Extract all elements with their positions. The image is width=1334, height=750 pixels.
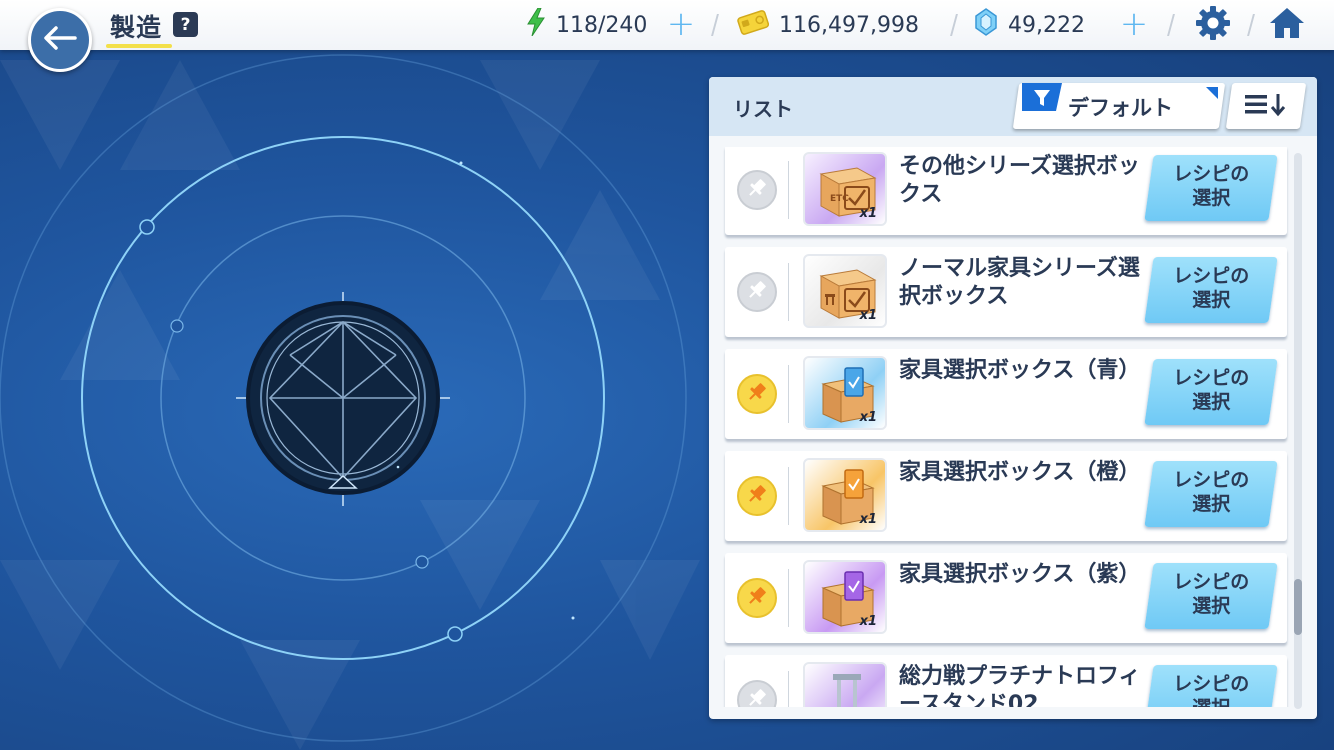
list-item[interactable]: 総力戦プラチナトロフィースタンド02 レシピの 選択	[725, 655, 1287, 707]
item-name: 家具選択ボックス（青）	[899, 358, 1141, 383]
separator	[950, 14, 958, 36]
divider	[788, 467, 789, 525]
lightning-icon	[526, 7, 546, 42]
scrollbar-thumb[interactable]	[1294, 579, 1302, 635]
divider	[788, 161, 789, 219]
item-name: 家具選択ボックス（橙）	[899, 460, 1141, 485]
divider	[788, 365, 789, 423]
filter-icon	[1022, 83, 1062, 111]
pin-button[interactable]	[737, 578, 777, 618]
recipe-list-panel: リスト デフォルト ETC x1 その他シリーズ選択ボックス レシピの 選択 x…	[709, 77, 1317, 719]
pushpin-icon	[746, 483, 768, 509]
select-recipe-button[interactable]: レシピの 選択	[1144, 461, 1278, 527]
gems-display: 49,222	[974, 8, 1085, 42]
item-quantity: x1	[859, 512, 877, 527]
divider	[788, 263, 789, 321]
pushpin-icon	[746, 585, 768, 611]
item-name: 家具選択ボックス（紫）	[899, 562, 1141, 587]
credit-card-icon	[737, 9, 770, 41]
divider	[788, 569, 789, 627]
pushpin-icon	[746, 177, 768, 203]
list-title: リスト	[733, 97, 793, 121]
sort-descending-icon	[1243, 91, 1289, 121]
separator	[1247, 14, 1255, 36]
pin-button[interactable]	[737, 476, 777, 516]
pin-button[interactable]	[737, 374, 777, 414]
arrow-left-icon	[42, 25, 78, 55]
divider	[788, 671, 789, 707]
item-quantity: x1	[859, 308, 877, 323]
sort-order-button[interactable]	[1225, 83, 1307, 129]
item-thumbnail: x1	[803, 254, 887, 328]
pushpin-icon	[746, 687, 768, 707]
add-ap-button[interactable]: +	[666, 7, 696, 41]
separator	[711, 14, 719, 36]
gear-icon	[1195, 5, 1231, 45]
item-name: その他シリーズ選択ボックス	[899, 154, 1140, 207]
select-recipe-button[interactable]: レシピの 選択	[1144, 257, 1278, 323]
pyroxene-crystal-icon	[974, 8, 998, 42]
add-gems-button[interactable]: +	[1119, 7, 1149, 41]
list-item[interactable]: x1 ノーマル家具シリーズ選択ボックス レシピの 選択	[725, 247, 1287, 337]
ap-display: 118/240	[526, 7, 648, 42]
sort-dropdown[interactable]: デフォルト	[1012, 83, 1226, 129]
pin-button[interactable]	[737, 170, 777, 210]
ap-value: 118/240	[556, 12, 648, 38]
credits-value: 116,497,998	[779, 12, 919, 38]
list-header: リスト デフォルト	[709, 77, 1317, 136]
back-button[interactable]	[28, 8, 92, 72]
dropdown-corner-icon	[1206, 87, 1218, 99]
gems-value: 49,222	[1008, 12, 1085, 38]
item-quantity: x1	[859, 206, 877, 221]
list-item[interactable]: x1 家具選択ボックス（青） レシピの 選択	[725, 349, 1287, 439]
select-recipe-button[interactable]: レシピの 選択	[1144, 563, 1278, 629]
top-bar: 製造 ? 118/240 + 116,497,998 49,222 +	[0, 0, 1334, 50]
list-item[interactable]: x1 家具選択ボックス（紫） レシピの 選択	[725, 553, 1287, 643]
pin-button[interactable]	[737, 680, 777, 707]
list-item[interactable]: ETC x1 その他シリーズ選択ボックス レシピの 選択	[725, 147, 1287, 235]
select-recipe-button[interactable]: レシピの 選択	[1144, 155, 1278, 221]
item-thumbnail	[803, 662, 887, 707]
separator	[1167, 14, 1175, 36]
item-quantity: x1	[859, 410, 877, 425]
page-title: 製造	[110, 13, 163, 42]
trophy-stand-icon	[833, 674, 861, 707]
select-recipe-button[interactable]: レシピの 選択	[1144, 359, 1278, 425]
select-recipe-button[interactable]: レシピの 選択	[1144, 665, 1278, 707]
item-thumbnail: x1	[803, 560, 887, 634]
item-quantity: x1	[859, 614, 877, 629]
item-thumbnail: x1	[803, 458, 887, 532]
item-name: ノーマル家具シリーズ選択ボックス	[899, 256, 1140, 309]
help-button[interactable]: ?	[173, 12, 198, 37]
settings-button[interactable]	[1192, 4, 1234, 46]
home-icon	[1268, 6, 1306, 44]
recipe-list[interactable]: ETC x1 その他シリーズ選択ボックス レシピの 選択 x1 ノーマル家具シリ…	[721, 147, 1299, 707]
pin-button[interactable]	[737, 272, 777, 312]
list-item[interactable]: x1 家具選択ボックス（橙） レシピの 選択	[725, 451, 1287, 541]
pushpin-icon	[746, 279, 768, 305]
pushpin-icon	[746, 381, 768, 407]
item-thumbnail: ETC x1	[803, 152, 887, 226]
item-thumbnail: x1	[803, 356, 887, 430]
svg-text:ETC: ETC	[830, 194, 849, 204]
sort-label: デフォルト	[1068, 96, 1173, 120]
credits-display: 116,497,998	[737, 9, 919, 41]
title-underline	[106, 44, 172, 48]
item-name: 総力戦プラチナトロフィースタンド02	[899, 664, 1141, 707]
home-button[interactable]	[1266, 4, 1308, 46]
